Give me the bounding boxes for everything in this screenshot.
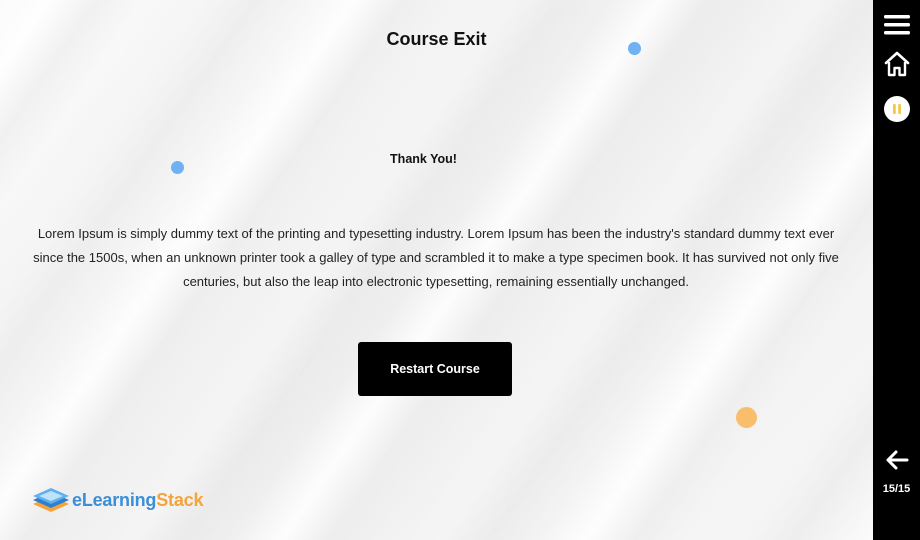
pause-icon xyxy=(883,96,910,122)
stack-logo-icon xyxy=(33,488,69,512)
body-paragraph: Lorem Ipsum is simply dummy text of the … xyxy=(33,226,839,289)
home-icon xyxy=(884,51,909,77)
elearningstack-logo: eLearningStack xyxy=(31,484,203,516)
player-sidebar: 15/15 xyxy=(873,0,920,540)
menu-icon xyxy=(883,15,910,35)
logo-wordmark: eLearningStack xyxy=(72,489,204,510)
page-title: Course Exit xyxy=(386,29,487,49)
decorative-dot xyxy=(736,407,757,428)
home-button[interactable] xyxy=(873,48,920,80)
arrow-left-icon xyxy=(886,450,908,470)
previous-slide-button[interactable] xyxy=(873,447,920,473)
menu-button[interactable] xyxy=(873,10,920,40)
restart-course-button[interactable]: Restart Course xyxy=(358,342,512,396)
thank-you-heading: Thank You! xyxy=(390,152,457,166)
slide-stage: Course Exit Thank You! Lorem Ipsum is si… xyxy=(0,0,873,540)
page-counter: 15/15 xyxy=(882,483,911,495)
pause-button[interactable] xyxy=(873,95,920,123)
